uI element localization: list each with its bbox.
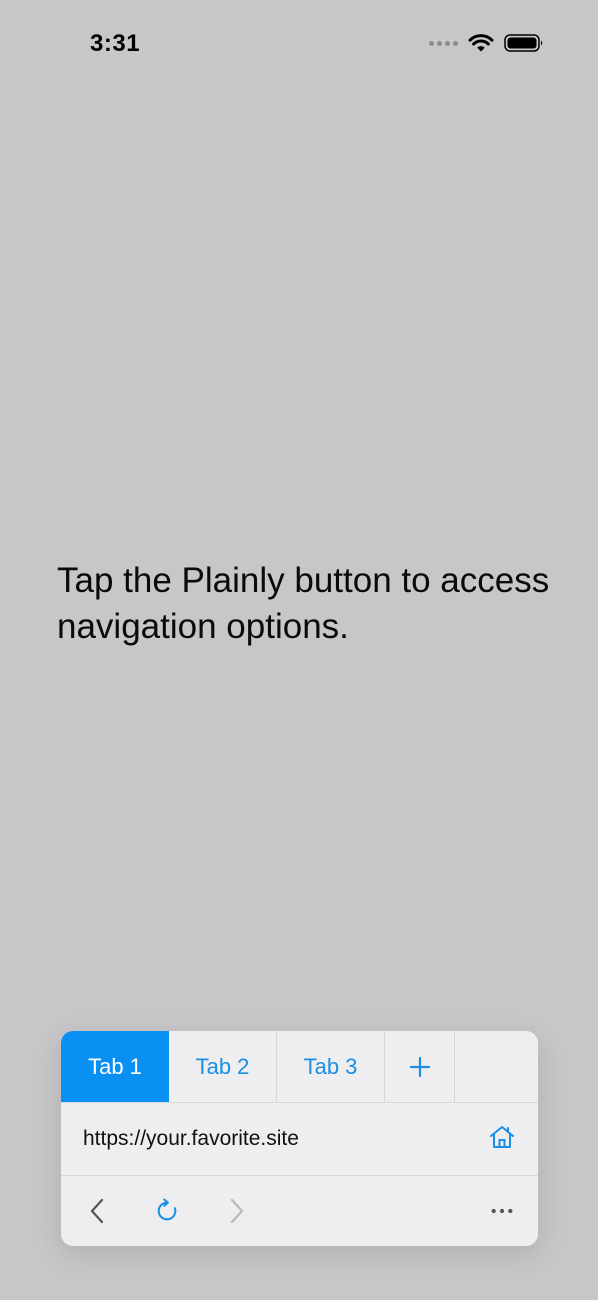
cellular-signal-icon [429, 40, 458, 46]
plus-icon [409, 1056, 430, 1077]
status-bar: 3:31 [0, 0, 598, 90]
instruction-text: Tap the Plainly button to access navigat… [57, 561, 550, 646]
chevron-right-icon [230, 1198, 244, 1224]
browser-panel: Tab 1 Tab 2 Tab 3 https://your.favorite.… [61, 1031, 538, 1246]
more-button[interactable] [490, 1197, 514, 1225]
reload-button[interactable] [155, 1197, 179, 1225]
reload-icon [157, 1198, 177, 1221]
home-button[interactable] [488, 1124, 516, 1155]
chevron-left-icon [90, 1198, 104, 1224]
forward-button[interactable] [225, 1197, 249, 1225]
home-icon [490, 1125, 514, 1148]
add-tab-button[interactable] [385, 1031, 455, 1102]
tab-1[interactable]: Tab 1 [61, 1031, 169, 1102]
status-icons [429, 33, 544, 53]
tab-2[interactable]: Tab 2 [169, 1031, 277, 1102]
battery-icon [504, 34, 543, 52]
wifi-icon [468, 34, 494, 52]
tab-bar: Tab 1 Tab 2 Tab 3 [61, 1031, 538, 1103]
ellipsis-icon [491, 1208, 513, 1214]
url-text[interactable]: https://your.favorite.site [83, 1127, 299, 1151]
back-button[interactable] [85, 1197, 109, 1225]
status-time: 3:31 [90, 30, 141, 57]
url-bar[interactable]: https://your.favorite.site [61, 1103, 538, 1176]
navigation-bar [61, 1176, 538, 1246]
tab-3[interactable]: Tab 3 [277, 1031, 385, 1102]
